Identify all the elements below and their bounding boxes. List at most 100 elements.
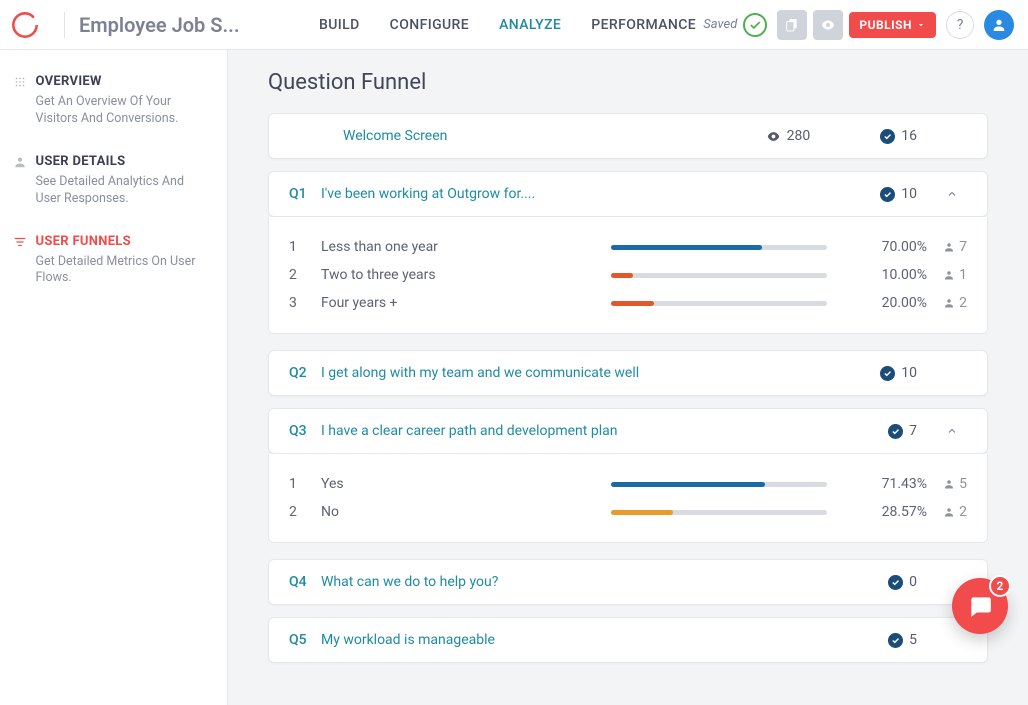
option-user-count: 5 — [927, 476, 967, 492]
question-row: Q2 I get along with my team and we commu… — [268, 350, 988, 396]
question-number: Q2 — [289, 365, 321, 381]
option-index: 1 — [289, 476, 321, 492]
welcome-label[interactable]: Welcome Screen — [343, 128, 750, 144]
user-icon — [991, 17, 1007, 33]
option-row: 1 Less than one year 70.00% 7 — [289, 233, 967, 261]
sidebar-item-desc: Get An Overview Of Your Visitors And Con… — [36, 94, 212, 128]
project-title: Employee Job S... — [79, 13, 259, 37]
completions-metric: 10 — [880, 186, 917, 202]
tab-analyze[interactable]: ANALYZE — [499, 1, 561, 49]
option-row: 1 Yes 71.43% 5 — [289, 470, 967, 498]
completions-metric: 5 — [888, 632, 917, 648]
option-bar — [611, 482, 827, 487]
publish-button[interactable]: PUBLISH — [849, 12, 936, 38]
check-badge-icon — [888, 424, 903, 439]
views-metric: 280 — [750, 128, 810, 144]
sidebar-item-desc: See Detailed Analytics And User Response… — [36, 174, 212, 208]
user-icon — [943, 297, 955, 309]
user-icon — [943, 506, 955, 518]
completions-count: 0 — [909, 574, 917, 590]
question-text[interactable]: What can we do to help you? — [321, 574, 888, 590]
sidebar-item-desc: Get Detailed Metrics On User Flows. — [36, 254, 212, 288]
question-number: Q3 — [289, 423, 321, 439]
user-icon — [10, 155, 30, 208]
sidebar-item-user-details[interactable]: USER DETAILS See Detailed Analytics And … — [10, 154, 211, 208]
tab-performance[interactable]: PERFORMANCE — [591, 1, 696, 49]
app-header: Employee Job S... BUILD CONFIGURE ANALYZ… — [0, 0, 1028, 50]
welcome-row: Welcome Screen 280 16 — [268, 113, 988, 159]
completions-metric: 16 — [880, 128, 917, 144]
question-number: Q1 — [289, 186, 321, 202]
question-row: Q1 I've been working at Outgrow for.... … — [268, 171, 988, 217]
sidebar-item-title: OVERVIEW — [36, 74, 212, 89]
option-percent: 20.00% — [857, 295, 927, 311]
option-index: 1 — [289, 239, 321, 255]
grid-icon — [10, 75, 30, 128]
question-text[interactable]: I've been working at Outgrow for.... — [321, 186, 880, 202]
nav-tabs: BUILD CONFIGURE ANALYZE PERFORMANCE — [319, 1, 696, 49]
option-label: Less than one year — [321, 239, 611, 255]
question-text[interactable]: I get along with my team and we communic… — [321, 365, 880, 381]
main-content: Question Funnel Welcome Screen 280 16 Q1 — [228, 50, 1028, 705]
chat-icon — [967, 593, 993, 619]
tab-build[interactable]: BUILD — [319, 1, 360, 49]
completions-metric: 0 — [888, 574, 917, 590]
option-row: 3 Four years + 20.00% 2 — [289, 289, 967, 317]
chevron-down-icon — [916, 20, 926, 30]
option-bar — [611, 245, 827, 250]
questions-list: Q1 I've been working at Outgrow for.... … — [268, 171, 988, 663]
check-badge-icon — [888, 575, 903, 590]
expand-toggle[interactable] — [937, 188, 967, 200]
user-icon — [943, 269, 955, 281]
separator — [64, 12, 65, 38]
completions-count: 16 — [901, 128, 917, 144]
option-bar — [611, 510, 827, 515]
saved-check-icon — [743, 13, 767, 37]
option-row: 2 Two to three years 10.00% 1 — [289, 261, 967, 289]
help-button[interactable]: ? — [946, 11, 974, 39]
option-label: Yes — [321, 476, 611, 492]
chat-launcher[interactable]: 2 — [952, 578, 1008, 634]
user-icon — [943, 478, 955, 490]
check-badge-icon — [880, 129, 895, 144]
copy-button[interactable] — [777, 10, 807, 40]
views-count: 280 — [787, 128, 811, 144]
check-badge-icon — [880, 366, 895, 381]
option-label: Two to three years — [321, 267, 611, 283]
avatar[interactable] — [984, 10, 1014, 40]
option-user-count: 2 — [927, 504, 967, 520]
option-user-count: 7 — [927, 239, 967, 255]
page-title: Question Funnel — [268, 70, 988, 95]
option-index: 3 — [289, 295, 321, 311]
question-number: Q5 — [289, 632, 321, 648]
option-percent: 70.00% — [857, 239, 927, 255]
question-row: Q4 What can we do to help you? 0 — [268, 559, 988, 605]
options-panel: 1 Yes 71.43% 5 2 No 28.57% 2 — [268, 454, 988, 543]
option-bar — [611, 301, 827, 306]
completions-count: 7 — [909, 423, 917, 439]
option-user-count: 2 — [927, 295, 967, 311]
sidebar-item-title: USER DETAILS — [36, 154, 212, 169]
sidebar-item-overview[interactable]: OVERVIEW Get An Overview Of Your Visitor… — [10, 74, 211, 128]
check-badge-icon — [888, 633, 903, 648]
question-text[interactable]: I have a clear career path and developme… — [321, 423, 888, 439]
preview-button[interactable] — [813, 10, 843, 40]
sidebar: OVERVIEW Get An Overview Of Your Visitor… — [0, 50, 228, 705]
expand-toggle[interactable] — [937, 425, 967, 437]
question-row: Q5 My workload is manageable 5 — [268, 617, 988, 663]
tab-configure[interactable]: CONFIGURE — [390, 1, 469, 49]
funnel-icon — [10, 235, 30, 288]
question-number: Q4 — [289, 574, 321, 590]
chat-unread-badge: 2 — [989, 575, 1011, 597]
completions-metric: 7 — [888, 423, 917, 439]
question-row: Q3 I have a clear career path and develo… — [268, 408, 988, 454]
completions-count: 10 — [901, 365, 917, 381]
option-label: No — [321, 504, 611, 520]
logo-icon — [0, 0, 50, 50]
option-percent: 71.43% — [857, 476, 927, 492]
sidebar-item-user-funnels[interactable]: USER FUNNELS Get Detailed Metrics On Use… — [10, 234, 211, 288]
option-index: 2 — [289, 504, 321, 520]
completions-metric: 10 — [880, 365, 917, 381]
question-text[interactable]: My workload is manageable — [321, 632, 888, 648]
option-user-count: 1 — [927, 267, 967, 283]
